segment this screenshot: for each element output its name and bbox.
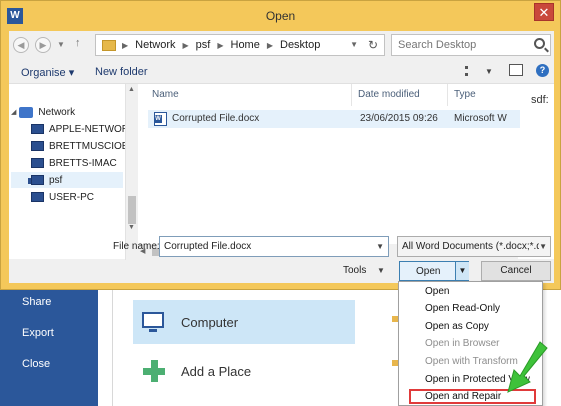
- place-add[interactable]: Add a Place: [133, 349, 355, 393]
- tree-item-brettmuscioe[interactable]: BRETTMUSCIOE: [31, 138, 125, 154]
- file-row[interactable]: Corrupted File.docx 23/06/2015 09:26 Mic…: [148, 110, 520, 128]
- file-type-filter-value: All Word Documents (*.docx;*.d: [402, 241, 542, 252]
- chevron-down-icon[interactable]: ▼: [377, 266, 385, 275]
- file-list: Name Date modified Type Corrupted File.d…: [138, 84, 520, 260]
- menu-item-open-as-copy[interactable]: Open as Copy: [425, 321, 489, 332]
- crumb-desktop[interactable]: Desktop: [280, 39, 320, 51]
- chevron-right-icon[interactable]: ▶: [183, 41, 189, 50]
- dialog-body: ◀ ▶ ▼ ↑ ▶ Network ▶ psf ▶ Home ▶ Desktop…: [9, 31, 554, 283]
- menu-item-open[interactable]: Open: [425, 286, 449, 297]
- scroll-down-icon[interactable]: ▼: [128, 224, 135, 231]
- chevron-right-icon[interactable]: ▶: [267, 41, 273, 50]
- chevron-down-icon[interactable]: ▼: [485, 67, 493, 76]
- backstage-close[interactable]: Close: [22, 358, 50, 370]
- column-name[interactable]: Name: [146, 84, 352, 106]
- computer-icon: [31, 192, 44, 202]
- crumb-home[interactable]: Home: [231, 39, 260, 51]
- open-button[interactable]: Open ▼: [399, 261, 469, 281]
- file-type-filter[interactable]: All Word Documents (*.docx;*.d ▼: [397, 236, 551, 257]
- cancel-button[interactable]: Cancel: [481, 261, 551, 281]
- preview-pane-text: sdf:: [531, 94, 549, 106]
- close-button[interactable]: ✕: [534, 3, 554, 21]
- plus-icon: [139, 356, 169, 386]
- open-dropdown-toggle[interactable]: ▼: [455, 262, 469, 280]
- address-row: ◀ ▶ ▼ ↑ ▶ Network ▶ psf ▶ Home ▶ Desktop…: [9, 31, 554, 59]
- address-bar[interactable]: ▶ Network ▶ psf ▶ Home ▶ Desktop ▼ ↻: [95, 34, 385, 56]
- file-name-field[interactable]: Corrupted File.docx ▼: [159, 236, 389, 257]
- computer-icon: [31, 158, 44, 168]
- file-name: Corrupted File.docx: [172, 113, 260, 124]
- forward-icon[interactable]: ▶: [35, 37, 51, 53]
- chevron-down-icon[interactable]: ▼: [539, 237, 547, 256]
- chevron-right-icon[interactable]: ▶: [217, 41, 223, 50]
- tree-item-label: APPLE-NETWOR: [49, 123, 125, 135]
- tree-item-label: BRETTS-IMAC: [49, 157, 117, 169]
- organise-button[interactable]: Organise ▾: [21, 66, 74, 79]
- backstage-share[interactable]: Share: [22, 296, 51, 308]
- file-name-label: File name:: [113, 241, 160, 252]
- file-name-value: Corrupted File.docx: [164, 241, 252, 252]
- new-folder-button[interactable]: New folder: [95, 66, 148, 78]
- column-date-modified[interactable]: Date modified: [352, 84, 448, 106]
- recent-dropdown-icon[interactable]: ▼: [57, 40, 65, 49]
- place-computer[interactable]: Computer: [133, 300, 355, 344]
- tree-network[interactable]: ◢ Network: [11, 104, 123, 120]
- open-dialog: W Open ✕ ◀ ▶ ▼ ↑ ▶ Network ▶ psf ▶ Home …: [0, 0, 561, 290]
- tree-item-label: psf: [49, 174, 63, 186]
- crumb-network[interactable]: Network: [135, 39, 175, 51]
- pointer-arrow-icon: [507, 341, 548, 393]
- chevron-down-icon[interactable]: ◢: [11, 108, 16, 116]
- tree-item-label: BRETTMUSCIOE: [49, 140, 125, 152]
- backstage-sidebar: Share Export Close: [0, 286, 98, 406]
- computer-icon: [139, 307, 169, 337]
- chevron-down-icon[interactable]: ▼: [350, 40, 358, 49]
- preview-pane-icon[interactable]: [509, 64, 523, 76]
- up-icon[interactable]: ↑: [75, 37, 81, 49]
- search-box[interactable]: [391, 34, 551, 56]
- backstage-export[interactable]: Export: [22, 327, 54, 339]
- tree-item-label: USER-PC: [49, 191, 95, 203]
- chevron-down-icon[interactable]: ▼: [376, 237, 384, 256]
- computer-icon: [31, 141, 44, 151]
- scrollbar-thumb[interactable]: [128, 196, 136, 224]
- tree-item-apple-network[interactable]: APPLE-NETWOR: [31, 121, 125, 137]
- search-input[interactable]: [392, 35, 522, 55]
- backstage-divider: [112, 286, 113, 406]
- tree-item-bretts-imac[interactable]: BRETTS-IMAC: [31, 155, 125, 171]
- place-computer-label: Computer: [181, 314, 239, 330]
- file-date: 23/06/2015 09:26: [360, 113, 438, 124]
- file-type: Microsoft W: [454, 113, 507, 124]
- computer-icon: [31, 124, 44, 134]
- place-add-label: Add a Place: [181, 363, 252, 379]
- back-icon[interactable]: ◀: [13, 37, 29, 53]
- menu-item-open-in-browser[interactable]: Open in Browser: [425, 338, 499, 349]
- folder-icon: [102, 39, 116, 51]
- word-document-icon: [154, 112, 167, 126]
- crumb-psf[interactable]: psf: [196, 39, 211, 51]
- dialog-titlebar[interactable]: W Open ✕: [1, 1, 560, 31]
- tools-button[interactable]: Tools: [343, 265, 366, 276]
- tree-item-user-pc[interactable]: USER-PC: [31, 189, 125, 205]
- help-icon[interactable]: ?: [536, 64, 549, 77]
- computer-icon: [28, 175, 44, 185]
- menu-item-open-read-only[interactable]: Open Read-Only: [425, 303, 500, 314]
- search-icon[interactable]: [534, 38, 545, 49]
- tree-network-label: Network: [38, 106, 76, 118]
- scroll-up-icon[interactable]: ▲: [128, 86, 135, 93]
- network-icon: [19, 106, 34, 118]
- command-bar: Organise ▾ New folder ▼ ?: [9, 59, 554, 83]
- navigation-pane: ◢ Network APPLE-NETWOR BRETTMUSCIOE BRET…: [9, 84, 138, 260]
- refresh-icon[interactable]: ↻: [368, 38, 378, 52]
- nav-scrollbar[interactable]: ▲ ▼: [125, 84, 138, 260]
- tree-item-psf[interactable]: psf: [11, 172, 123, 188]
- column-type[interactable]: Type: [448, 84, 520, 106]
- view-options-icon[interactable]: [465, 66, 477, 76]
- dialog-title: Open: [265, 9, 296, 23]
- chevron-right-icon[interactable]: ▶: [122, 41, 128, 50]
- browser-content: ◢ Network APPLE-NETWOR BRETTMUSCIOE BRET…: [9, 83, 554, 260]
- open-button-label: Open: [416, 266, 441, 277]
